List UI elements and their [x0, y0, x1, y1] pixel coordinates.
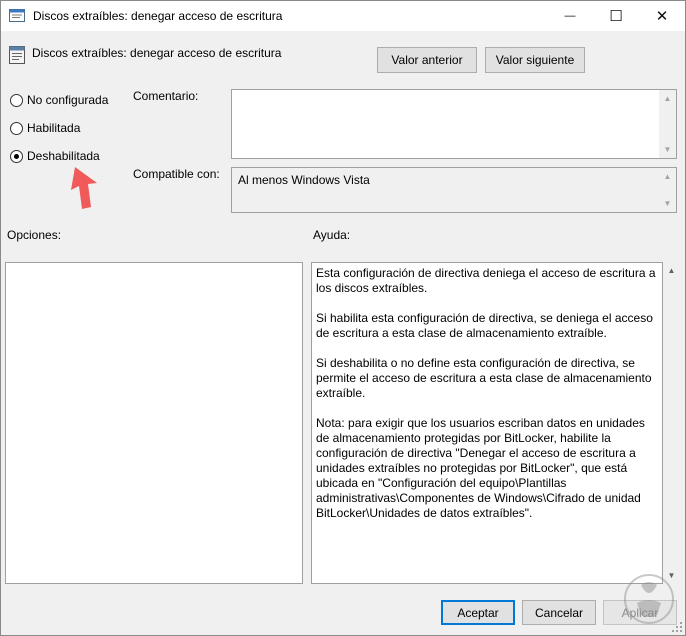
radio-not-configured[interactable]: No configurada: [10, 93, 108, 107]
annotation-arrow-icon: [71, 167, 97, 209]
radio-label: No configurada: [27, 93, 109, 107]
supported-on-label: Compatible con:: [133, 167, 220, 181]
help-text: Esta configuración de directiva deniega …: [316, 266, 656, 520]
policy-title: Discos extraíbles: denegar acceso de esc…: [32, 46, 282, 60]
minimize-icon: —: [564, 10, 576, 22]
options-pane: [5, 262, 303, 584]
comment-textarea[interactable]: ▲ ▼: [231, 89, 677, 159]
policy-dialog: Discos extraíbles: denegar acceso de esc…: [0, 0, 686, 636]
maximize-icon: ☐: [609, 8, 623, 25]
radio-circle: [10, 121, 23, 135]
minimize-button[interactable]: —: [547, 1, 593, 31]
radio-circle: [10, 93, 23, 107]
maximize-button[interactable]: ☐: [593, 1, 639, 31]
radio-disabled[interactable]: Deshabilitada: [10, 149, 100, 163]
comment-label: Comentario:: [133, 89, 199, 103]
close-button[interactable]: ✕: [639, 1, 685, 31]
radio-enabled[interactable]: Habilitada: [10, 121, 80, 135]
supported-scrollbar[interactable]: ▲ ▼: [659, 168, 676, 212]
watermark-logo: [624, 574, 674, 624]
scroll-up-icon[interactable]: ▲: [659, 90, 676, 107]
comment-scrollbar[interactable]: ▲ ▼: [659, 90, 676, 158]
radio-label: Deshabilitada: [27, 149, 100, 163]
help-label: Ayuda:: [313, 228, 351, 242]
help-scrollbar[interactable]: ▲ ▼: [663, 262, 680, 584]
supported-on-value: Al menos Windows Vista: [238, 173, 370, 187]
close-icon: ✕: [655, 8, 669, 25]
previous-setting-button[interactable]: Valor anterior: [377, 47, 477, 73]
next-setting-button[interactable]: Valor siguiente: [485, 47, 585, 73]
policy-setting-icon: [9, 46, 25, 64]
scroll-down-icon[interactable]: ▼: [659, 141, 676, 158]
radio-selected-dot: [14, 153, 19, 159]
help-pane[interactable]: Esta configuración de directiva deniega …: [311, 262, 663, 584]
supported-on-field: Al menos Windows Vista ▲ ▼: [231, 167, 677, 213]
title-bar[interactable]: Discos extraíbles: denegar acceso de esc…: [1, 1, 685, 31]
scroll-up-icon[interactable]: ▲: [659, 168, 676, 185]
radio-label: Habilitada: [27, 121, 81, 135]
cancel-button[interactable]: Cancelar: [522, 600, 596, 625]
options-label: Opciones:: [7, 228, 62, 242]
scroll-up-icon[interactable]: ▲: [663, 262, 680, 279]
window-title: Discos extraíbles: denegar acceso de esc…: [33, 9, 283, 23]
ok-button[interactable]: Aceptar: [441, 600, 515, 625]
scroll-down-icon[interactable]: ▼: [659, 195, 676, 212]
resize-grip-icon[interactable]: [671, 621, 683, 633]
radio-circle: [10, 149, 23, 163]
policy-window-icon: [9, 9, 25, 22]
